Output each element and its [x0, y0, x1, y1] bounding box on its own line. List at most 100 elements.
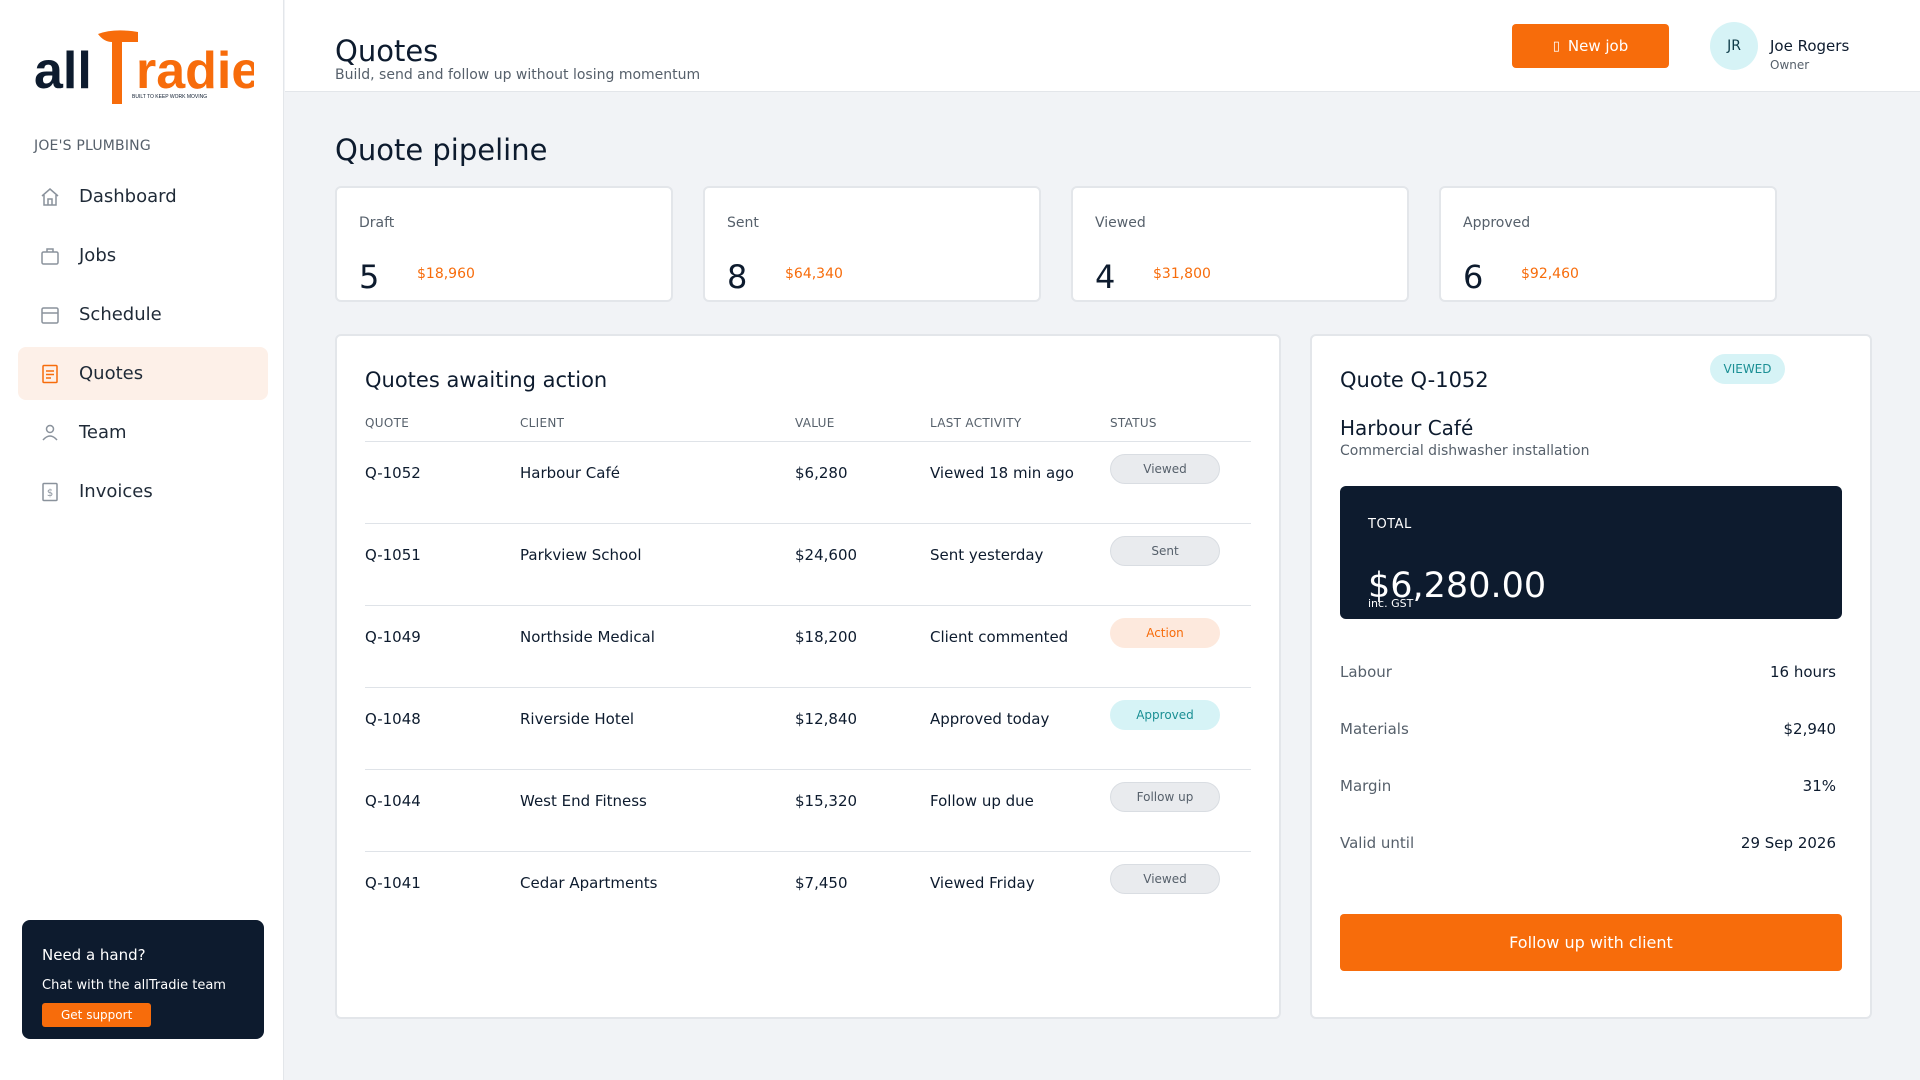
stat-amount: $31,800 — [1153, 266, 1211, 282]
last-activity: Approved today — [930, 710, 1050, 728]
table-row[interactable]: Q-1041 Cedar Apartments $7,450 Viewed Frida… — [365, 852, 1251, 934]
status-pill: Viewed — [1110, 454, 1220, 484]
table-row[interactable]: Q-1052 Harbour Café $6,280 Viewed 18 min ag… — [365, 442, 1251, 524]
quote-detail-panel: Quote Q-1052 VIEWED Harbour Café Commerc… — [1310, 334, 1872, 1019]
quote-value: $12,840 — [795, 710, 858, 728]
sidebar: all radie BUILT TO KEEP WORK MOVING JOE'… — [0, 0, 284, 1080]
last-activity: Follow up due — [930, 792, 1034, 810]
stat-amount: $92,460 — [1521, 266, 1579, 282]
sidebar-item-label: Schedule — [79, 304, 162, 325]
quote-value: $18,200 — [795, 628, 858, 646]
get-support-button[interactable]: Get support — [42, 1003, 152, 1027]
quotes-awaiting-panel: Quotes awaiting action QUOTE CLIENT VALU… — [335, 334, 1281, 1019]
table-header: QUOTE CLIENT VALUE LAST ACTIVITY STATUS — [365, 412, 1251, 442]
document-icon — [40, 364, 60, 384]
status-pill: Approved — [1110, 700, 1220, 730]
stat-card-approved[interactable]: Approved 6 $92,460 — [1439, 186, 1777, 302]
table-row[interactable]: Q-1048 Riverside Hotel $12,840 Approved tod… — [365, 688, 1251, 770]
stat-amount: $64,340 — [785, 266, 843, 282]
sidebar-item-schedule[interactable]: Schedule — [18, 288, 268, 341]
total-label: TOTAL — [1368, 517, 1412, 532]
column-header-status: STATUS — [1110, 416, 1157, 430]
last-activity: Viewed 18 min ago — [930, 464, 1074, 482]
quote-id: Q-1048 — [365, 710, 421, 728]
user-role: Owner — [1770, 58, 1810, 72]
sidebar-item-jobs[interactable]: Jobs — [18, 229, 268, 282]
detail-value: 29 Sep 2026 — [1740, 834, 1836, 852]
user-name: Joe Rogers — [1770, 37, 1850, 55]
logo-mark: all radie BUILT TO KEEP WORK MOVING — [34, 30, 260, 104]
quote-id: Q-1049 — [365, 628, 421, 646]
client-name: Northside Medical — [520, 628, 655, 646]
job-description: Commercial dishwasher installation — [1340, 443, 1590, 459]
svg-text:$: $ — [47, 488, 53, 499]
stat-count: 5 — [359, 258, 380, 296]
stat-card-sent[interactable]: Sent 8 $64,340 — [703, 186, 1041, 302]
avatar[interactable]: JR — [1710, 22, 1758, 70]
sidebar-item-label: Quotes — [79, 363, 144, 384]
stat-count: 6 — [1463, 258, 1484, 296]
support-card: Need a hand? Chat with the allTradie tea… — [22, 920, 264, 1039]
detail-key: Margin — [1340, 777, 1392, 795]
quote-id: Q-1044 — [365, 792, 421, 810]
sidebar-item-label: Team — [79, 422, 127, 443]
sidebar-item-label: Dashboard — [79, 186, 177, 207]
quote-id: Q-1051 — [365, 546, 421, 564]
pipeline-title: Quote pipeline — [335, 133, 548, 167]
new-job-button[interactable]: ▯ New job — [1512, 24, 1669, 68]
calendar-icon — [40, 305, 60, 325]
user-icon — [40, 423, 60, 443]
status-pill: Follow up — [1110, 782, 1220, 812]
alltradie-logo[interactable]: all radie BUILT TO KEEP WORK MOVING — [34, 26, 260, 106]
hammer-icon — [98, 30, 138, 104]
quote-id: Q-1052 — [365, 464, 421, 482]
client-name: Harbour Café — [520, 464, 620, 482]
table-row[interactable]: Q-1049 Northside Medical $18,200 Client com… — [365, 606, 1251, 688]
stat-count: 4 — [1095, 258, 1116, 296]
sidebar-item-dashboard[interactable]: Dashboard — [18, 170, 268, 223]
support-text: Chat with the allTradie team — [42, 978, 226, 993]
stat-card-draft[interactable]: Draft 5 $18,960 — [335, 186, 673, 302]
home-icon — [40, 187, 60, 207]
sidebar-nav: Dashboard Jobs Schedule Quotes Team $ In… — [18, 170, 268, 524]
logo-word-right: radie — [136, 42, 254, 100]
follow-up-button[interactable]: Follow up with client — [1340, 914, 1842, 971]
stat-amount: $18,960 — [417, 266, 475, 282]
stat-label: Draft — [359, 215, 395, 231]
last-activity: Client commented — [930, 628, 1069, 646]
column-header-client: CLIENT — [520, 416, 565, 430]
last-activity: Sent yesterday — [930, 546, 1044, 564]
stat-label: Sent — [727, 215, 759, 231]
logo-word-left: all — [34, 42, 92, 100]
plus-icon: ▯ — [1552, 38, 1560, 54]
sidebar-item-quotes[interactable]: Quotes — [18, 347, 268, 400]
client-name: West End Fitness — [520, 792, 647, 810]
quote-id: Q-1041 — [365, 874, 421, 892]
total-card: TOTAL $6,280.00 inc. GST — [1340, 486, 1842, 619]
status-pill: Action — [1110, 618, 1220, 648]
stat-card-viewed[interactable]: Viewed 4 $31,800 — [1071, 186, 1409, 302]
table-row[interactable]: Q-1044 West End Fitness $15,320 Follow up d… — [365, 770, 1251, 852]
page-title: Quotes — [335, 34, 439, 68]
stat-label: Approved — [1463, 215, 1531, 231]
client-name: Riverside Hotel — [520, 710, 635, 728]
column-header-activity: LAST ACTIVITY — [930, 416, 1022, 430]
detail-key: Labour — [1340, 663, 1392, 681]
client-name: Cedar Apartments — [520, 874, 658, 892]
detail-value: 16 hours — [1769, 663, 1836, 681]
support-title: Need a hand? — [42, 946, 146, 964]
table-row[interactable]: Q-1051 Parkview School $24,600 Sent yesterd… — [365, 524, 1251, 606]
stat-count: 8 — [727, 258, 748, 296]
sidebar-item-label: Invoices — [79, 481, 153, 502]
sidebar-item-team[interactable]: Team — [18, 406, 268, 459]
sidebar-item-invoices[interactable]: $ Invoices — [18, 465, 268, 518]
detail-value: 31% — [1802, 777, 1836, 795]
quote-title: Quote Q-1052 — [1340, 368, 1489, 392]
client-name: Parkview School — [520, 546, 642, 564]
invoice-icon: $ — [40, 482, 60, 502]
page-subtitle: Build, send and follow up without losing… — [335, 67, 701, 83]
quote-value: $6,280 — [795, 464, 848, 482]
column-header-quote: QUOTE — [365, 416, 410, 430]
total-note: inc. GST — [1368, 597, 1414, 610]
detail-key: Valid until — [1340, 834, 1415, 852]
